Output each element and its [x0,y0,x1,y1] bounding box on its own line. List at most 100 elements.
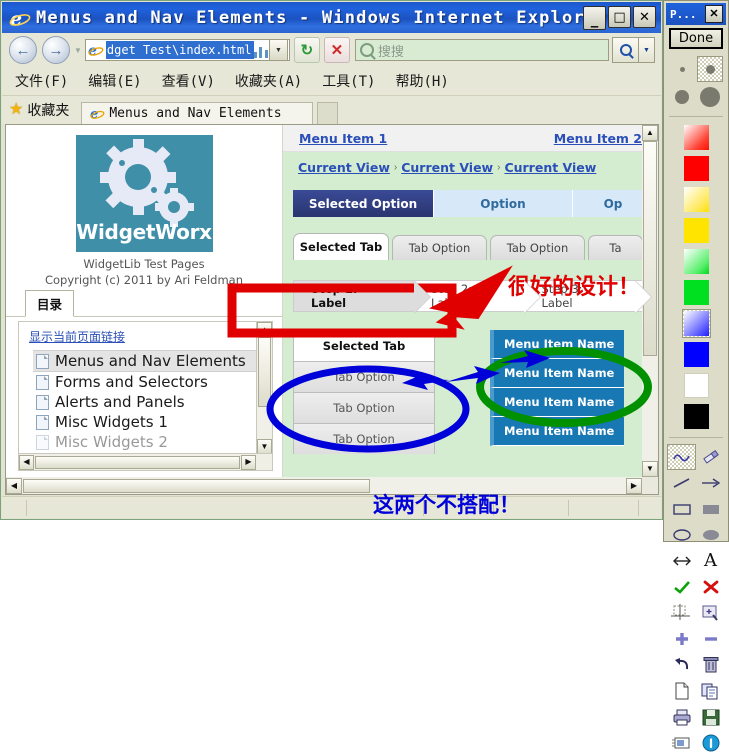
toc-item-forms[interactable]: Forms and Selectors [19,372,258,392]
tab-selected[interactable]: Selected Tab [293,233,389,260]
toc-vscrollbar[interactable]: ▲ ▼ [256,322,272,455]
page-scroll-right-button[interactable]: ▶ [626,477,642,494]
save-icon[interactable] [696,704,725,730]
close-button[interactable]: ✕ [633,6,656,28]
color-red-gradient[interactable] [682,123,711,152]
new-tab-button[interactable] [317,102,339,124]
menu-favorites[interactable]: 收藏夹(A) [228,69,309,93]
vmenu-item-4[interactable]: Menu Item Name [490,417,624,446]
refresh-button[interactable]: ↻ [293,37,320,63]
search-input[interactable]: 搜搜 [354,39,609,61]
compat-view-icon[interactable] [253,43,268,58]
print-icon[interactable] [667,704,696,730]
eraser-icon[interactable] [696,444,725,470]
freehand-pen-icon[interactable] [667,444,696,470]
ellipse-filled-icon[interactable] [696,522,725,548]
maximize-button[interactable]: □ [608,6,631,28]
color-blue-gradient[interactable] [681,309,711,338]
ellipse-outline-icon[interactable] [667,522,696,548]
toc-hscrollbar[interactable]: ◀ ▶ [19,453,272,471]
toc-hscroll-thumb[interactable] [35,455,240,469]
menu-help[interactable]: 帮助(H) [388,69,455,93]
address-input-value[interactable]: dget Test\index.html [105,41,254,59]
undo-icon[interactable] [667,652,696,678]
show-page-links-link[interactable]: 显示当前页面链接 [19,322,272,349]
rectangle-filled-icon[interactable] [696,496,725,522]
new-page-icon[interactable] [667,678,696,704]
vmenu-item-2[interactable]: Menu Item Name [490,359,624,388]
color-blue[interactable] [682,340,711,369]
menu-view[interactable]: 查看(V) [155,69,222,93]
favorites-button[interactable]: ★ 收藏夹 [2,100,77,124]
toc-scroll-right-button[interactable]: ▶ [241,454,256,470]
color-black[interactable] [682,402,711,431]
option-selected[interactable]: Selected Option [293,190,434,217]
menu-tools[interactable]: 工具(T) [315,69,382,93]
color-green-gradient[interactable] [682,247,711,276]
toc-item-misc2[interactable]: Misc Widgets 2 [19,432,258,452]
menu-edit[interactable]: 编辑(E) [81,69,148,93]
line-icon[interactable] [667,470,696,496]
vtab-option-2[interactable]: Tab Option [293,392,435,423]
measure-icon[interactable] [667,548,696,574]
tab-option-1[interactable]: Tab Option [392,235,487,260]
toc-item-menus[interactable]: Menus and Nav Elements [33,350,258,373]
search-provider-dropdown[interactable]: ▼ [638,37,655,63]
color-white[interactable] [682,371,711,400]
menu-item-1-link[interactable]: Menu Item 1 [299,131,387,146]
vmenu-item-1[interactable]: Menu Item Name [490,330,624,359]
breadcrumb-item-1[interactable]: Current View [298,160,390,175]
menu-file[interactable]: 文件(F) [8,69,75,93]
minus-icon[interactable] [696,626,725,652]
option-2[interactable]: Option [434,190,573,217]
vmenu-item-3[interactable]: Menu Item Name [490,388,624,417]
crop-icon[interactable] [667,600,696,626]
toc-scroll-down-button[interactable]: ▼ [257,439,272,455]
toc-item-misc1[interactable]: Misc Widgets 1 [19,412,258,432]
page-scroll-up-button[interactable]: ▲ [642,125,658,141]
cross-icon[interactable] [696,574,725,600]
tab-option-2[interactable]: Tab Option [490,235,585,260]
text-icon[interactable]: A [696,548,725,574]
color-yellow-gradient[interactable] [682,185,711,214]
breadcrumb-item-3[interactable]: Current View [504,160,596,175]
step-1[interactable]: Step 1: Label [293,280,431,314]
plus-icon[interactable] [667,626,696,652]
vtab-option-3[interactable]: Tab Option [293,423,435,454]
forward-button[interactable]: → [42,36,70,64]
vtab-option-1[interactable]: Tab Option [293,361,435,392]
toc-scroll-left-button[interactable]: ◀ [19,454,34,470]
toc-scroll-up-button[interactable]: ▲ [257,322,272,338]
back-button[interactable]: ← [9,36,37,64]
search-go-button[interactable] [612,37,638,63]
menu-item-2-link[interactable]: Menu Item 2 [554,131,642,146]
page-hscroll-thumb[interactable] [23,478,370,493]
pen-size-medium[interactable] [697,56,723,82]
email-icon[interactable] [667,730,696,756]
page-scroll-left-button[interactable]: ◀ [6,477,22,494]
tab-toc[interactable]: 目录 [25,290,75,318]
color-red[interactable] [682,154,711,183]
pen-size-xlarge[interactable] [697,84,723,110]
tab-option-3[interactable]: Ta [588,235,643,260]
check-icon[interactable] [667,574,696,600]
pen-size-large[interactable] [669,84,695,110]
done-button[interactable]: Done [669,28,723,49]
address-dropdown-button[interactable]: ▼ [268,39,288,61]
toc-vscroll-thumb[interactable] [258,337,271,408]
history-dropdown-icon[interactable]: ▼ [74,46,82,55]
delete-icon[interactable] [696,652,725,678]
pen-size-small[interactable] [669,56,695,82]
annotation-panel-close-button[interactable]: ✕ [705,5,723,23]
color-green[interactable] [682,278,711,307]
stop-button[interactable]: ✕ [323,37,350,63]
color-yellow[interactable] [682,216,711,245]
breadcrumb-item-2[interactable]: Current View [401,160,493,175]
toc-item-alerts[interactable]: Alerts and Panels [19,392,258,412]
vtab-selected[interactable]: Selected Tab [293,330,435,361]
page-scroll-down-button[interactable]: ▼ [642,461,658,477]
arrow-icon[interactable] [696,470,725,496]
rectangle-outline-icon[interactable] [667,496,696,522]
info-icon[interactable] [696,730,725,756]
minimize-button[interactable]: _ [583,6,606,30]
